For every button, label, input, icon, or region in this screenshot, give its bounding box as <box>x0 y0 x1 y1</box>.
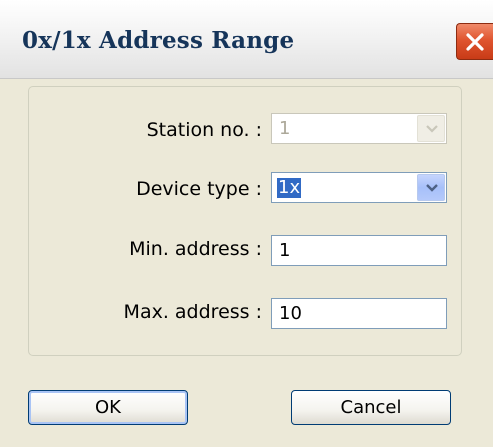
station-no-select: 1 <box>271 113 447 144</box>
close-icon <box>466 33 484 51</box>
min-address-value: 1 <box>279 240 291 261</box>
station-no-dropdown-button <box>417 115 445 142</box>
station-no-value: 1 <box>279 118 291 139</box>
close-button[interactable] <box>456 23 493 60</box>
device-type-label: Device type : <box>136 178 262 200</box>
max-address-label: Max. address : <box>123 301 262 323</box>
min-address-label: Min. address : <box>129 238 262 260</box>
device-type-select[interactable]: 1x <box>271 172 447 203</box>
station-no-label: Station no. : <box>146 119 262 141</box>
cancel-button[interactable]: Cancel <box>291 390 451 425</box>
ok-button[interactable]: OK <box>28 390 188 425</box>
dialog-window: 0x/1x Address Range Station no. : 1 Devi… <box>0 0 493 447</box>
device-type-dropdown-button[interactable] <box>417 174 445 201</box>
max-address-input[interactable]: 10 <box>271 298 447 329</box>
max-address-value: 10 <box>279 303 302 324</box>
chevron-down-icon <box>426 125 438 133</box>
title-bar[interactable]: 0x/1x Address Range <box>0 0 493 79</box>
device-type-value: 1x <box>277 177 302 198</box>
dialog-title: 0x/1x Address Range <box>22 27 295 54</box>
min-address-input[interactable]: 1 <box>271 235 447 266</box>
chevron-down-icon <box>426 184 438 192</box>
